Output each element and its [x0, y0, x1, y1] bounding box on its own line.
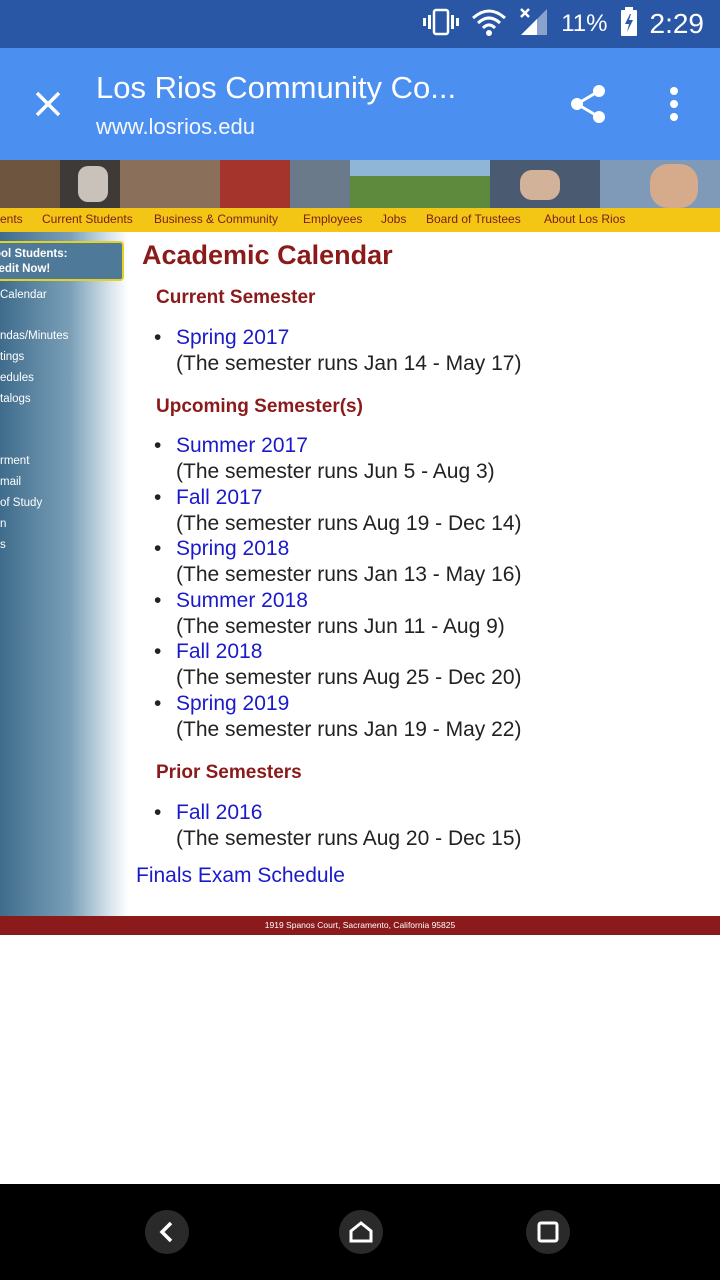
close-icon: [35, 91, 61, 117]
footer-address: 1919 Spanos Court, Sacramento, Californi…: [0, 916, 720, 935]
semester-link[interactable]: Spring 2018: [176, 536, 521, 562]
sidebar-link-calendar[interactable]: Calendar: [0, 289, 47, 301]
semester-dates: (The semester runs Jun 5 - Aug 3): [176, 460, 495, 483]
section-heading-prior: Prior Semesters: [156, 762, 302, 783]
sidebar-link-enrollment[interactable]: rment: [0, 455, 29, 467]
nav-item-current-students[interactable]: Current Students: [42, 212, 133, 226]
semester-dates: (The semester runs Aug 25 - Dec 20): [176, 666, 522, 689]
back-button[interactable]: [145, 1210, 189, 1254]
semester-item: • Summer 2017 (The semester runs Jun 5 -…: [154, 433, 495, 483]
semester-dates: (The semester runs Aug 19 - Dec 14): [176, 512, 522, 535]
home-button[interactable]: [339, 1210, 383, 1254]
semester-item: • Fall 2016 (The semester runs Aug 20 - …: [154, 800, 522, 850]
semester-item: • Fall 2017 (The semester runs Aug 19 - …: [154, 485, 522, 535]
clock: 2:29: [649, 8, 705, 39]
header-banner-image: [0, 160, 720, 208]
semester-link[interactable]: Summer 2017: [176, 433, 495, 459]
signal-icon: [519, 7, 549, 42]
nav-item-jobs[interactable]: Jobs: [381, 212, 406, 226]
nav-item-employees[interactable]: Employees: [303, 212, 362, 226]
close-button[interactable]: [24, 80, 72, 128]
semester-dates: (The semester runs Jun 11 - Aug 9): [176, 615, 505, 638]
semester-item: • Spring 2019 (The semester runs Jan 19 …: [154, 691, 522, 741]
recents-button[interactable]: [526, 1210, 570, 1254]
sidebar-link-item-10[interactable]: s: [0, 539, 6, 551]
site-nav: ents Current Students Business & Communi…: [0, 208, 720, 232]
more-vert-icon: [670, 87, 678, 121]
sidebar-link-meetings[interactable]: tings: [0, 351, 24, 363]
share-button[interactable]: [564, 80, 612, 128]
semester-link[interactable]: Spring 2017: [176, 325, 521, 351]
sidebar-promo-box[interactable]: ool Students: redit Now!: [0, 241, 124, 281]
sidebar-link-schedules[interactable]: edules: [0, 372, 34, 384]
sidebar-link-item-9[interactable]: n: [0, 518, 6, 530]
nav-item-students[interactable]: ents: [0, 212, 23, 226]
semester-item: • Spring 2017 (The semester runs Jan 14 …: [154, 325, 522, 375]
semester-dates: (The semester runs Jan 19 - May 22): [176, 718, 522, 741]
sidebar-link-catalogs[interactable]: talogs: [0, 393, 31, 405]
nav-item-business-community[interactable]: Business & Community: [154, 212, 278, 226]
promo-line-1: ool Students:: [0, 248, 68, 260]
sidebar-link-programs-of-study[interactable]: of Study: [0, 497, 42, 509]
back-icon: [159, 1221, 173, 1243]
battery-percent: 11%: [561, 10, 608, 37]
section-heading-upcoming: Upcoming Semester(s): [156, 396, 363, 417]
recents-icon: [537, 1221, 559, 1243]
semester-dates: (The semester runs Jan 14 - May 17): [176, 352, 522, 375]
sidebar: ool Students: redit Now! Calendar ndas/M…: [0, 232, 128, 916]
page-heading: Academic Calendar: [142, 240, 393, 270]
semester-link[interactable]: Fall 2017: [176, 485, 522, 511]
share-icon: [571, 85, 605, 123]
battery-charging-icon: [620, 6, 638, 42]
wifi-icon: [471, 8, 507, 41]
nav-item-board-of-trustees[interactable]: Board of Trustees: [426, 212, 521, 226]
semester-link[interactable]: Fall 2016: [176, 800, 522, 826]
promo-line-2: redit Now!: [0, 263, 51, 275]
vibrate-icon: [423, 8, 460, 41]
semester-item: • Summer 2018 (The semester runs Jun 11 …: [154, 588, 505, 638]
semester-item: • Spring 2018 (The semester runs Jan 13 …: [154, 536, 522, 586]
semester-link[interactable]: Fall 2018: [176, 639, 522, 665]
semester-link[interactable]: Spring 2019: [176, 691, 521, 717]
home-icon: [349, 1221, 373, 1243]
semester-dates: (The semester runs Jan 13 - May 16): [176, 563, 522, 586]
semester-item: • Fall 2018 (The semester runs Aug 25 - …: [154, 639, 522, 689]
nav-item-about[interactable]: About Los Rios: [544, 212, 625, 226]
page-title: Los Rios Community Co...: [96, 70, 457, 105]
system-navigation-bar: [0, 1184, 720, 1280]
section-heading-current: Current Semester: [156, 287, 316, 308]
more-options-button[interactable]: [652, 80, 696, 128]
sidebar-link-email[interactable]: mail: [0, 476, 21, 488]
finals-exam-schedule-link[interactable]: Finals Exam Schedule: [136, 864, 345, 888]
browser-toolbar: Los Rios Community Co... www.losrios.edu: [0, 48, 720, 160]
sidebar-link-agendas[interactable]: ndas/Minutes: [0, 330, 68, 342]
semester-link[interactable]: Summer 2018: [176, 588, 505, 614]
status-bar: 11% 2:29: [0, 0, 720, 48]
page-url: www.losrios.edu: [96, 114, 255, 139]
semester-dates: (The semester runs Aug 20 - Dec 15): [176, 827, 522, 850]
